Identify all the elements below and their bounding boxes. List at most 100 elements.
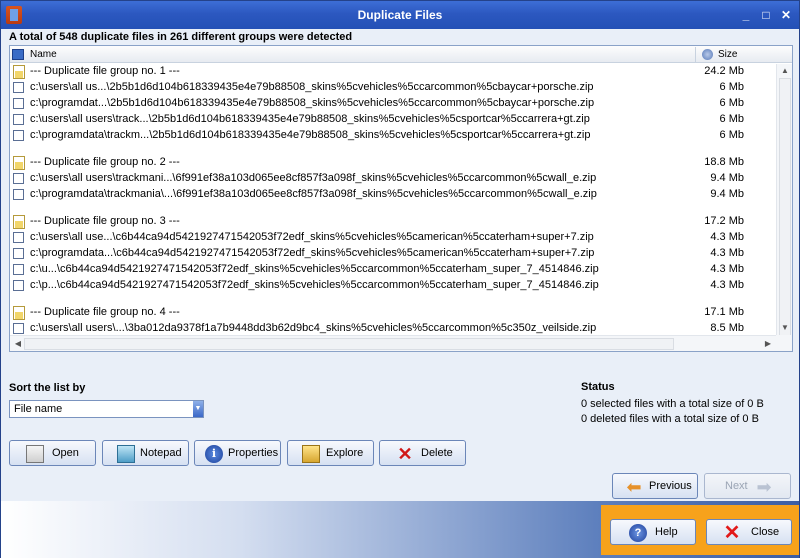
file-path: c:\users\all users\...\3ba012da9378f1a7b… xyxy=(30,322,597,334)
group-title: --- Duplicate file group no. 1 --- xyxy=(30,65,180,77)
file-checkbox[interactable] xyxy=(13,232,24,243)
close-label: Close xyxy=(751,526,780,538)
explore-icon xyxy=(302,445,320,463)
horizontal-scrollbar[interactable]: ◀ ▶ xyxy=(10,335,776,351)
help-button[interactable]: ? Help xyxy=(610,519,696,545)
help-icon: ? xyxy=(629,524,647,542)
scroll-right-icon[interactable]: ▶ xyxy=(760,337,776,351)
file-size: 4.3 Mb xyxy=(710,231,744,243)
notepad-label: Notepad xyxy=(140,447,182,459)
file-row[interactable]: c:\u...\c6b44ca94d5421927471542053f72edf… xyxy=(10,262,776,278)
delete-button[interactable]: ✕ Delete xyxy=(379,440,466,466)
file-path: c:\u...\c6b44ca94d5421927471542053f72edf… xyxy=(30,263,599,275)
close-window-icon[interactable]: ✕ xyxy=(778,7,794,23)
file-checkbox[interactable] xyxy=(13,323,24,334)
next-arrow-icon: ➡ xyxy=(756,477,772,497)
file-size: 8.5 Mb xyxy=(710,322,744,334)
file-size: 17.1 Mb xyxy=(704,306,744,318)
group-title: --- Duplicate file group no. 2 --- xyxy=(30,156,180,168)
title-bar[interactable]: Duplicate Files _ □ ✕ xyxy=(1,1,799,29)
scroll-down-icon[interactable]: ▼ xyxy=(777,321,793,335)
status-selected: 0 selected files with a total size of 0 … xyxy=(581,398,764,410)
file-path: c:\programdata\trackmania\...\6f991ef38a… xyxy=(30,188,597,200)
duplicate-list[interactable]: Name Size --- Duplicate file group no. 1… xyxy=(9,45,793,352)
file-row[interactable]: c:\programdata\trackm...\2b5b1d6d104b618… xyxy=(10,128,776,144)
notepad-icon xyxy=(117,445,135,463)
explore-label: Explore xyxy=(326,447,364,459)
file-checkbox[interactable] xyxy=(13,82,24,93)
chevron-down-icon[interactable]: ▼ xyxy=(193,401,203,417)
group-title: --- Duplicate file group no. 3 --- xyxy=(30,215,180,227)
open-icon xyxy=(26,445,44,463)
explore-button[interactable]: Explore xyxy=(287,440,374,466)
group-file-icon xyxy=(13,156,25,170)
sort-label: Sort the list by xyxy=(9,382,86,394)
open-button[interactable]: Open xyxy=(9,440,96,466)
file-size: 9.4 Mb xyxy=(710,172,744,184)
file-row[interactable]: c:\p...\c6b44ca94d5421927471542053f72edf… xyxy=(10,278,776,294)
file-size: 18.8 Mb xyxy=(704,156,744,168)
file-checkbox[interactable] xyxy=(13,130,24,141)
file-row[interactable]: c:\users\all users\track...\2b5b1d6d104b… xyxy=(10,112,776,128)
size-column-header[interactable]: Size xyxy=(718,49,737,60)
file-size: 6 Mb xyxy=(719,113,744,125)
duplicate-files-window: Duplicate Files _ □ ✕ A total of 548 dup… xyxy=(0,0,800,558)
file-row[interactable]: c:\users\all use...\c6b44ca94d5421927471… xyxy=(10,230,776,246)
group-header-row[interactable]: --- Duplicate file group no. 2 --- 18.8 M… xyxy=(10,155,776,171)
file-path: c:\users\all users\track...\2b5b1d6d104b… xyxy=(30,113,590,125)
file-row[interactable]: c:\programdat...\2b5b1d6d104b618339435e4… xyxy=(10,96,776,112)
file-checkbox[interactable] xyxy=(13,280,24,291)
file-size: 4.3 Mb xyxy=(710,247,744,259)
file-path: c:\programdata\trackm...\2b5b1d6d104b618… xyxy=(30,129,591,141)
group-header-row[interactable]: --- Duplicate file group no. 3 --- 17.2 M… xyxy=(10,214,776,230)
file-row[interactable]: c:\users\all users\trackmani...\6f991ef3… xyxy=(10,171,776,187)
file-size: 17.2 Mb xyxy=(704,215,744,227)
name-column-header[interactable]: Name xyxy=(30,49,57,60)
sort-select[interactable]: File name ▼ xyxy=(9,400,204,418)
status-label: Status xyxy=(581,381,615,393)
properties-button[interactable]: i Properties xyxy=(194,440,281,466)
file-row[interactable]: c:\programdata...\c6b44ca94d542192747154… xyxy=(10,246,776,262)
next-label: Next xyxy=(725,480,748,492)
scroll-up-icon[interactable]: ▲ xyxy=(777,64,793,78)
file-path: c:\users\all users\trackmani...\6f991ef3… xyxy=(30,172,597,184)
notepad-button[interactable]: Notepad xyxy=(102,440,189,466)
file-row[interactable]: c:\programdata\trackmania\...\6f991ef38a… xyxy=(10,187,776,203)
properties-label: Properties xyxy=(228,447,279,459)
file-checkbox[interactable] xyxy=(13,98,24,109)
column-header: Name Size xyxy=(10,46,792,63)
group-file-icon xyxy=(13,306,25,320)
close-button[interactable]: ✕ Close xyxy=(706,519,792,545)
list-rows: --- Duplicate file group no. 1 --- 24.2 M… xyxy=(10,64,776,351)
horizontal-scroll-thumb[interactable] xyxy=(24,338,674,350)
file-checkbox[interactable] xyxy=(13,173,24,184)
file-checkbox[interactable] xyxy=(13,264,24,275)
next-button[interactable]: Next ➡ xyxy=(704,473,791,499)
vertical-scrollbar[interactable]: ▲ ▼ xyxy=(776,64,793,348)
file-size: 6 Mb xyxy=(719,129,744,141)
previous-label: Previous xyxy=(649,480,692,492)
file-path: c:\users\all us...\2b5b1d6d104b618339435… xyxy=(30,81,594,93)
column-separator[interactable] xyxy=(695,47,696,62)
file-size: 6 Mb xyxy=(719,81,744,93)
file-size: 4.3 Mb xyxy=(710,263,744,275)
delete-label: Delete xyxy=(421,447,453,459)
vertical-scroll-thumb[interactable] xyxy=(779,78,791,348)
open-label: Open xyxy=(52,447,79,459)
group-file-icon xyxy=(13,65,25,79)
previous-button[interactable]: ⬅ Previous xyxy=(612,473,698,499)
file-row[interactable]: c:\users\all us...\2b5b1d6d104b618339435… xyxy=(10,80,776,96)
minimize-icon[interactable]: _ xyxy=(738,7,754,23)
maximize-icon[interactable]: □ xyxy=(758,7,774,23)
file-checkbox[interactable] xyxy=(13,189,24,200)
group-header-row[interactable]: --- Duplicate file group no. 1 --- 24.2 M… xyxy=(10,64,776,80)
file-checkbox[interactable] xyxy=(13,248,24,259)
file-size: 9.4 Mb xyxy=(710,188,744,200)
file-size: 4.3 Mb xyxy=(710,279,744,291)
file-checkbox[interactable] xyxy=(13,114,24,125)
close-icon: ✕ xyxy=(723,522,741,544)
group-header-row[interactable]: --- Duplicate file group no. 4 --- 17.1 M… xyxy=(10,305,776,321)
